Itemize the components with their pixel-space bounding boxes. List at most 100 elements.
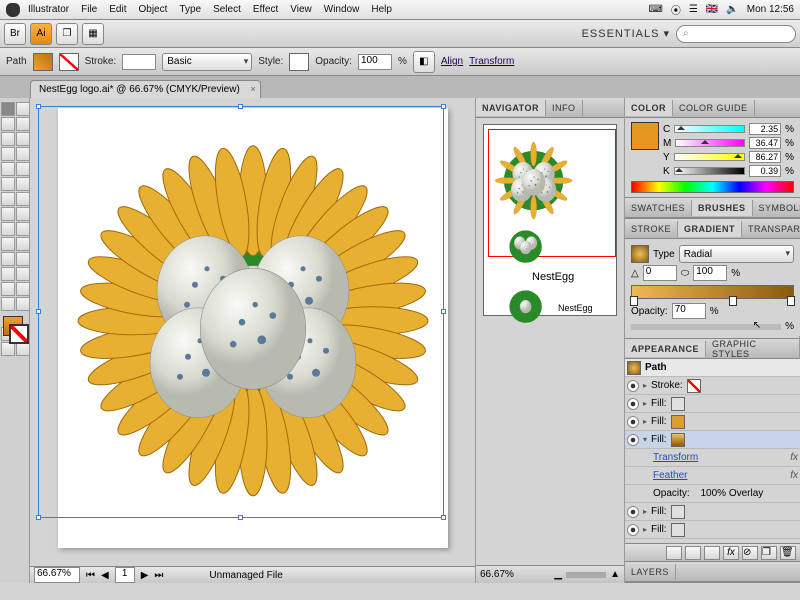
free-transform-tool[interactable] [16, 207, 30, 221]
align-link[interactable]: Align [441, 56, 463, 67]
rectangle-tool[interactable] [16, 147, 30, 161]
fill-stroke-control[interactable] [1, 316, 30, 346]
tab-swatches[interactable]: SWATCHES [625, 200, 692, 216]
bridge-alt-icon[interactable]: ❐ [56, 23, 78, 45]
spectrum-bar[interactable] [631, 181, 794, 193]
color-swatch[interactable] [631, 122, 659, 150]
transform-link[interactable]: Transform [469, 56, 514, 67]
close-icon[interactable]: × [251, 84, 256, 94]
add-stroke-icon[interactable] [685, 546, 701, 560]
mesh-tool[interactable] [1, 237, 15, 251]
graphic-style-swatch[interactable] [289, 53, 309, 71]
tab-symbols[interactable]: SYMBOLS [753, 200, 800, 216]
y-value[interactable]: 86.27 [749, 151, 781, 163]
menu-effect[interactable]: Effect [253, 4, 278, 15]
stroke-swatch[interactable] [59, 53, 79, 71]
navigator-thumbnail[interactable]: NestEgg NestEgg [483, 124, 617, 316]
tab-graphic-styles[interactable]: GRAPHIC STYLES [706, 336, 800, 362]
direct-selection-tool[interactable] [16, 102, 30, 116]
hand-tool[interactable] [1, 297, 15, 311]
opacity-line-value[interactable]: 100% Overlay [700, 488, 763, 499]
visibility-toggle[interactable] [627, 506, 639, 518]
airport-icon[interactable]: ☰ [689, 4, 698, 15]
flag-icon[interactable]: 🇬🇧 [706, 4, 718, 15]
bridge-icon[interactable]: Br [4, 23, 26, 45]
gradient-stop-3[interactable] [787, 296, 795, 306]
handle-bl[interactable] [36, 515, 41, 520]
zoom-tool[interactable] [16, 297, 30, 311]
y-slider[interactable] [674, 153, 745, 161]
line-tool[interactable] [1, 147, 15, 161]
stroke-row-swatch[interactable] [687, 379, 701, 393]
pen-tool[interactable] [1, 132, 15, 146]
feather-effect[interactable]: Feather [653, 470, 687, 481]
graph-tool[interactable] [16, 222, 30, 236]
handle-br[interactable] [441, 515, 446, 520]
fill-row-swatch[interactable] [671, 397, 685, 411]
selection-tool[interactable] [1, 102, 15, 116]
blob-brush-tool[interactable] [1, 177, 15, 191]
handle-ml[interactable] [36, 309, 41, 314]
search-input[interactable]: ⌕ [676, 25, 796, 43]
k-value[interactable]: 0.39 [749, 165, 781, 177]
stroke-width-input[interactable] [122, 54, 156, 70]
apple-icon[interactable] [6, 3, 20, 17]
aspect-input[interactable]: 100 [693, 265, 727, 281]
gradient-tool[interactable] [16, 237, 30, 251]
menu-window[interactable]: Window [324, 4, 360, 15]
handle-tl[interactable] [36, 104, 41, 109]
eraser-tool[interactable] [16, 177, 30, 191]
menu-illustrator[interactable]: Illustrator [28, 4, 69, 15]
type-tool[interactable] [16, 132, 30, 146]
m-value[interactable]: 36.47 [749, 137, 781, 149]
fill-row-swatch[interactable] [671, 415, 685, 429]
input-menu-icon[interactable]: ⌨ [648, 4, 662, 15]
stroke-color[interactable] [9, 324, 29, 344]
rotate-tool[interactable] [1, 192, 15, 206]
canvas[interactable]: 66.67% ⏮ ◀ 1 ▶ ⏭ Unmanaged File [30, 98, 475, 583]
tab-color-guide[interactable]: COLOR GUIDE [673, 100, 755, 116]
document-tab[interactable]: NestEgg logo.ai* @ 66.67% (CMYK/Preview)… [30, 80, 261, 98]
symbol-sprayer-tool[interactable] [1, 222, 15, 236]
add-fill-icon[interactable] [704, 546, 720, 560]
fill-row-swatch[interactable] [671, 523, 685, 537]
zoom-input[interactable]: 66.67% [34, 567, 80, 583]
nav-last-icon[interactable]: ⏭ [154, 570, 163, 581]
m-slider[interactable] [675, 139, 745, 147]
fill-row-swatch[interactable] [671, 505, 685, 519]
c-slider[interactable] [674, 125, 745, 133]
volume-icon[interactable]: 🔈 [726, 4, 738, 15]
duplicate-icon[interactable]: ❐ [761, 546, 777, 560]
illustrator-icon[interactable]: Ai [30, 23, 52, 45]
fx-icon[interactable]: fx [790, 452, 798, 463]
nav-next-icon[interactable]: ▶ [141, 570, 149, 581]
visibility-toggle[interactable] [627, 524, 639, 536]
nav-first-icon[interactable]: ⏮ [86, 570, 95, 581]
menu-view[interactable]: View [290, 4, 312, 15]
nav-prev-icon[interactable]: ◀ [101, 570, 109, 581]
handle-tc[interactable] [238, 104, 243, 109]
menu-file[interactable]: File [81, 4, 97, 15]
eyedropper-tool[interactable] [1, 252, 15, 266]
live-paint-selection-tool[interactable] [16, 267, 30, 281]
transform-effect[interactable]: Transform [653, 452, 698, 463]
angle-input[interactable]: 0 [643, 265, 677, 281]
fx-icon[interactable]: fx [790, 470, 798, 481]
tab-layers[interactable]: LAYERS [625, 564, 676, 580]
bluetooth-icon[interactable]: ⦿ [671, 2, 681, 17]
tab-info[interactable]: INFO [546, 100, 583, 116]
c-value[interactable]: 2.35 [749, 123, 781, 135]
tab-appearance[interactable]: APPEARANCE [625, 341, 706, 357]
zoom-slider[interactable] [566, 572, 606, 578]
artboard-nav-input[interactable]: 1 [115, 567, 135, 583]
new-art-icon[interactable] [666, 546, 682, 560]
navigator-body[interactable]: NestEgg NestEgg [476, 118, 624, 565]
artboard-tool[interactable] [1, 282, 15, 296]
grad-opacity-input[interactable]: 70 [672, 303, 706, 319]
fill-row-swatch[interactable] [671, 433, 685, 447]
menu-help[interactable]: Help [371, 4, 392, 15]
opacity-input[interactable]: 100 [358, 54, 392, 70]
tab-transparency[interactable]: TRANSPARE [742, 221, 800, 237]
zoom-in-icon[interactable]: ▲ [610, 569, 620, 580]
zoom-out-icon[interactable]: ▁ [554, 569, 562, 580]
